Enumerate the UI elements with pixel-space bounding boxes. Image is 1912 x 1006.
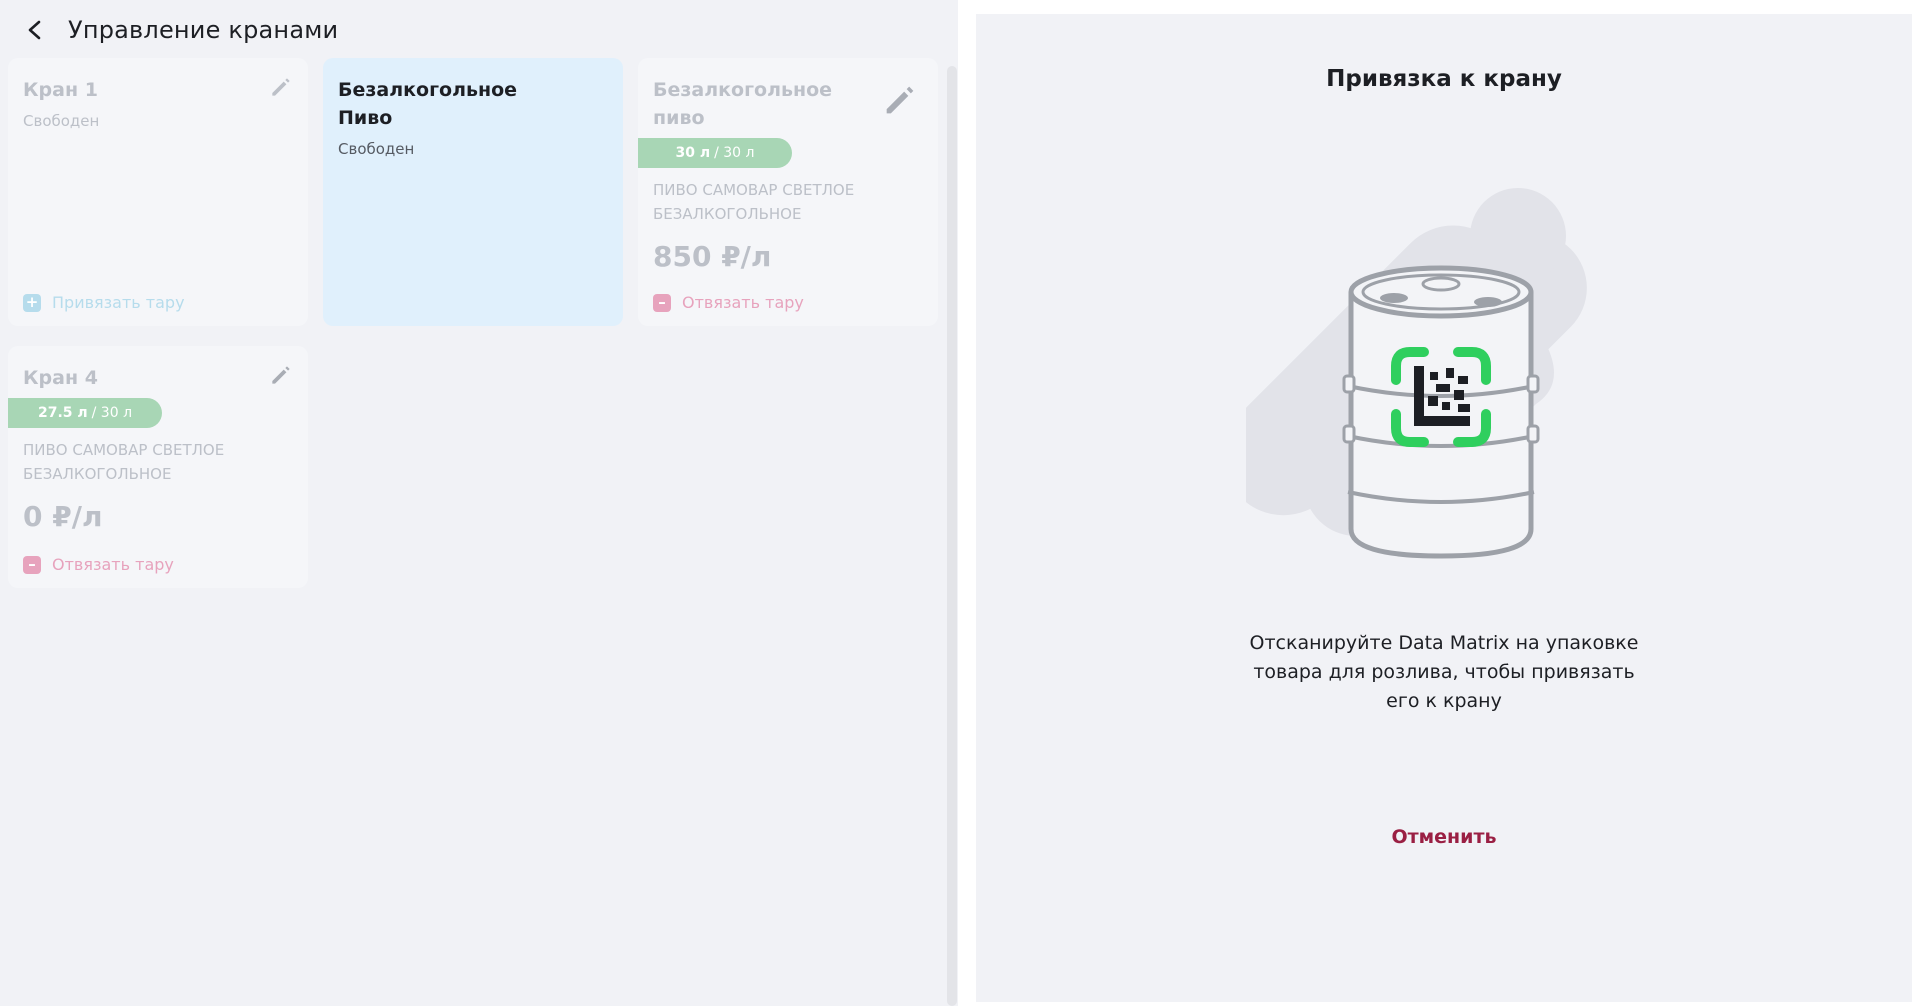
modal-title: Привязка к крану [1326, 66, 1562, 92]
unbind-container-button[interactable]: – Отвязать тару [23, 555, 174, 574]
unbind-container-button[interactable]: – Отвязать тару [653, 293, 804, 312]
edit-button[interactable] [268, 74, 294, 100]
tap-card-4[interactable]: Кран 4 27.5 л / 30 л ПИВО САМОВАР СВЕТЛО… [8, 346, 308, 588]
pencil-icon [272, 366, 290, 384]
minus-icon: – [23, 555, 41, 574]
page-header: Управление кранами [18, 8, 338, 52]
page-title: Управление кранами [68, 16, 339, 44]
bind-container-button[interactable]: + Привязать тару [23, 293, 185, 312]
tap-status: Свободен [23, 112, 100, 130]
minus-icon: – [653, 293, 671, 312]
price: 850 ₽/л [653, 240, 772, 273]
plus-icon: + [23, 293, 41, 312]
bind-to-tap-modal: Привязка к крану Отсканируйте Data Matri… [976, 14, 1912, 1002]
volume-total: / 30 л [91, 405, 133, 421]
tap-status: Свободен [338, 140, 415, 158]
volume-current: 27.5 л [37, 405, 88, 421]
scrollbar[interactable] [947, 66, 957, 1006]
tap-card-1[interactable]: Кран 1 Свободен + Привязать тару [8, 58, 308, 326]
product-name: ПИВО САМОВАР СВЕТЛОЕ БЕЗАЛКОГОЛЬНОЕ [23, 441, 225, 483]
tap-card-3[interactable]: Безалкогольное пиво 30 л / 30 л ПИВО САМ… [638, 58, 938, 326]
action-label: Привязать тару [52, 293, 185, 312]
tap-management-panel: Управление кранами Кран 1 Свободен + При… [0, 0, 958, 1006]
volume-current: 30 л [675, 145, 711, 161]
product-name: ПИВО САМОВАР СВЕТЛОЕ БЕЗАЛКОГОЛЬНОЕ [653, 181, 855, 223]
edit-button[interactable] [880, 80, 920, 120]
cancel-button[interactable]: Отменить [976, 826, 1912, 848]
price: 0 ₽/л [23, 500, 103, 533]
tap-title: Кран 1 [23, 79, 98, 101]
bind-to-tap-panel: Привязка к крану Отсканируйте Data Matri… [960, 0, 1912, 1006]
volume-total: / 30 л [714, 145, 755, 161]
keg-datamatrix-icon [1246, 188, 1587, 559]
tap-card-2[interactable]: Безалкогольное Пиво Свободен [323, 58, 623, 326]
pencil-icon [886, 86, 914, 114]
tap-title: Безалкогольное пиво [653, 79, 833, 129]
edit-button[interactable] [268, 362, 294, 388]
chevron-left-icon [28, 20, 41, 40]
scan-instruction: Отсканируйте Data Matrix на упаковке тов… [1249, 632, 1639, 712]
pencil-icon [272, 78, 290, 96]
action-label: Отвязать тару [682, 293, 804, 312]
tap-title: Безалкогольное Пиво [338, 79, 518, 129]
action-label: Отвязать тару [52, 555, 174, 574]
volume-badge: 30 л / 30 л [638, 138, 792, 168]
volume-badge: 27.5 л / 30 л [8, 398, 162, 428]
back-button[interactable] [18, 13, 52, 47]
tap-title: Кран 4 [23, 367, 98, 389]
